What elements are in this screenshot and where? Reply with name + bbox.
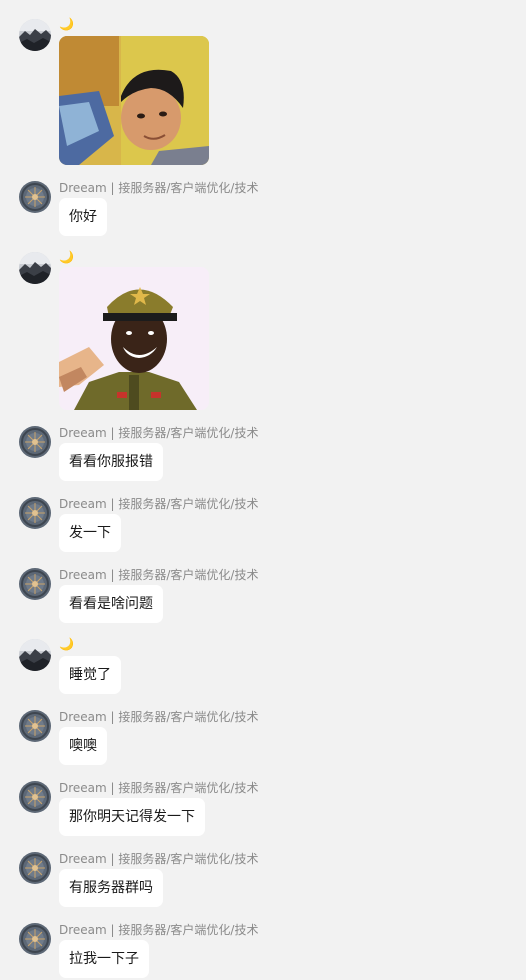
avatar-dreeam[interactable] (19, 923, 51, 955)
sender-name: Dreeam | 接服务器/客户端优化/技术 (59, 568, 259, 582)
moon-icon: 🌙 (59, 17, 74, 31)
sender-name: Dreeam | 接服务器/客户端优化/技术 (59, 710, 259, 724)
sticker-image[interactable] (59, 36, 209, 165)
message-bubble[interactable]: 发一下 (59, 514, 121, 552)
avatar-dreeam[interactable] (19, 852, 51, 884)
avatar-dreeam[interactable] (19, 497, 51, 529)
avatar-dreeam[interactable] (19, 426, 51, 458)
avatar-moon-user[interactable] (19, 252, 51, 284)
message-bubble[interactable]: 你好 (59, 198, 107, 236)
avatar-moon-user[interactable] (19, 639, 51, 671)
sender-name: Dreeam | 接服务器/客户端优化/技术 (59, 497, 259, 511)
message-bubble[interactable]: 看看你服报错 (59, 443, 163, 481)
message-bubble[interactable]: 拉我一下子 (59, 940, 149, 978)
avatar-moon-user[interactable] (19, 19, 51, 51)
sender-name: Dreeam | 接服务器/客户端优化/技术 (59, 426, 259, 440)
message-bubble[interactable]: 看看是啥问题 (59, 585, 163, 623)
message-bubble[interactable]: 睡觉了 (59, 656, 121, 694)
avatar-dreeam[interactable] (19, 568, 51, 600)
avatar-dreeam[interactable] (19, 781, 51, 813)
message-bubble[interactable]: 那你明天记得发一下 (59, 798, 205, 836)
avatar-dreeam[interactable] (19, 181, 51, 213)
sender-name: Dreeam | 接服务器/客户端优化/技术 (59, 923, 259, 937)
message-bubble[interactable]: 噢噢 (59, 727, 107, 765)
avatar-dreeam[interactable] (19, 710, 51, 742)
moon-icon: 🌙 (59, 250, 74, 264)
sender-name: Dreeam | 接服务器/客户端优化/技术 (59, 181, 259, 195)
message-bubble[interactable]: 有服务器群吗 (59, 869, 163, 907)
sender-name: Dreeam | 接服务器/客户端优化/技术 (59, 852, 259, 866)
sticker-image[interactable] (59, 267, 209, 410)
man-lying-in-bed-icon (59, 36, 209, 165)
sender-name: Dreeam | 接服务器/客户端优化/技术 (59, 781, 259, 795)
moon-icon: 🌙 (59, 637, 74, 651)
man-saluting-in-uniform-icon (59, 267, 209, 410)
